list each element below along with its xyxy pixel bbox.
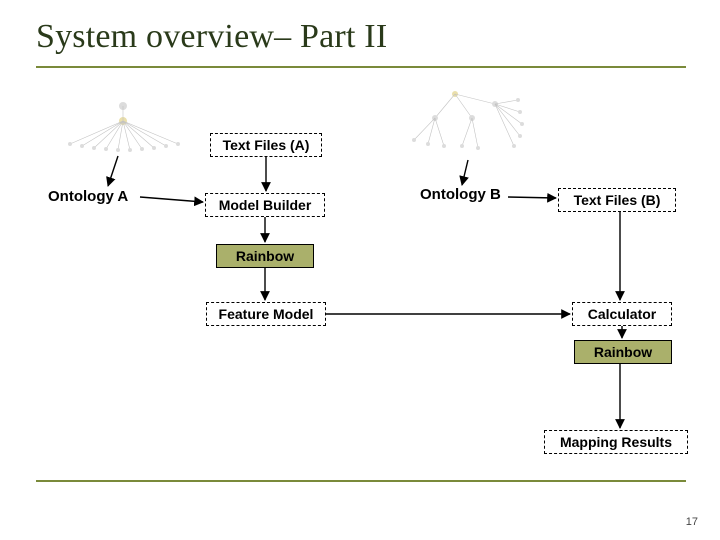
text-files-a-box: Text Files (A) [210, 133, 322, 157]
ontology-b-thumbnail [400, 80, 540, 165]
calculator-box: Calculator [572, 302, 672, 326]
arrows-layer [0, 0, 720, 540]
footer-line [36, 480, 686, 482]
ontology-a-label: Ontology A [48, 188, 128, 205]
ontology-a-thumbnail [58, 86, 188, 156]
model-builder-box: Model Builder [205, 193, 325, 217]
text-files-b-box: Text Files (B) [558, 188, 676, 212]
rainbow-box-1: Rainbow [216, 244, 314, 268]
mapping-results-box: Mapping Results [544, 430, 688, 454]
slide-title: System overview– Part II [36, 18, 387, 56]
feature-model-box: Feature Model [206, 302, 326, 326]
rainbow-box-2: Rainbow [574, 340, 672, 364]
page-number: 17 [686, 516, 698, 528]
ontology-b-label: Ontology B [420, 186, 501, 203]
title-underline [36, 66, 686, 68]
